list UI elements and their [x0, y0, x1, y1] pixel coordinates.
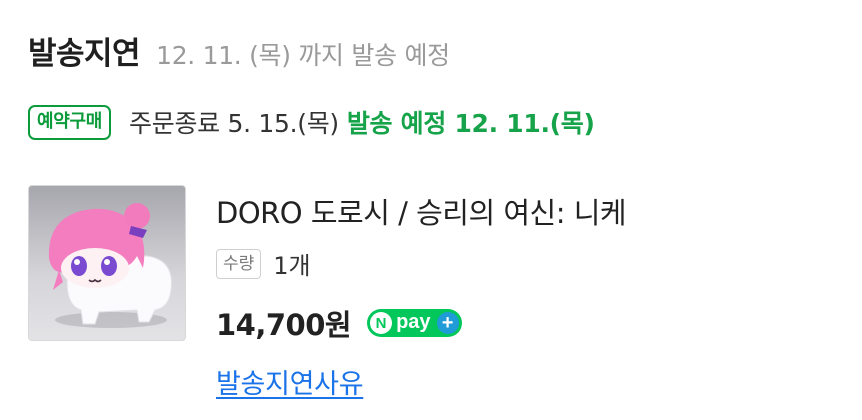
product-figure-image [48, 203, 172, 328]
quantity-row: 수량 1개 [216, 246, 311, 281]
scheduled-ship-date: 발송 예정 12. 11.(목) [346, 109, 595, 138]
shipping-status-note: 12. 11. (목) 까지 발송 예정 [156, 41, 450, 70]
price-row: 14,700원 N pay + [216, 302, 462, 344]
order-info-row: 예약구매 주문종료 5. 15.(목) 발송 예정 12. 11.(목) [28, 104, 595, 140]
product-thumbnail[interactable] [28, 185, 186, 341]
npay-plus-badge: N pay + [367, 309, 462, 337]
order-end-date: 주문종료 5. 15.(목) [129, 109, 339, 138]
delay-reason-link[interactable]: 발송지연사유 [216, 362, 364, 401]
product-name[interactable]: DORO 도로시 / 승리의 여신: 니케 [216, 190, 627, 232]
quantity-label: 수량 [216, 248, 262, 279]
shipping-status-title: 발송지연 [28, 36, 141, 72]
shipping-status-row: 발송지연 12. 11. (목) 까지 발송 예정 [28, 28, 450, 73]
preorder-badge: 예약구매 [28, 104, 112, 140]
quantity-value: 1개 [273, 252, 311, 280]
product-price: 14,700원 [216, 308, 352, 342]
order-item-card: 발송지연 12. 11. (목) 까지 발송 예정 예약구매 주문종료 5. 1… [0, 0, 862, 420]
npay-n-icon: N [370, 312, 393, 334]
plus-icon: + [436, 312, 459, 334]
npay-label: pay [396, 311, 431, 333]
